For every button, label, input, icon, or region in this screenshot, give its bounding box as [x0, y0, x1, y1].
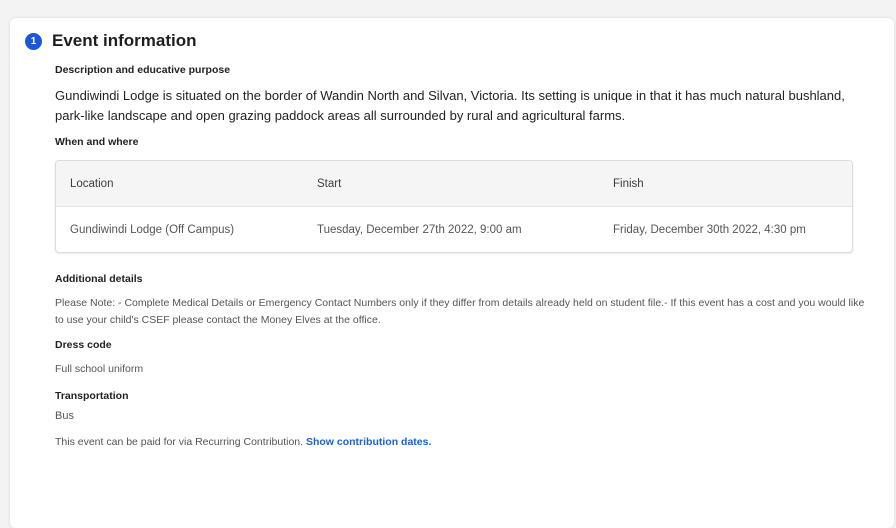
section-title: Event information [52, 31, 197, 50]
column-header-start: Start [317, 177, 342, 190]
transportation-value: Bus [55, 410, 74, 422]
step-number-badge: 1 [25, 32, 42, 50]
column-header-finish: Finish [613, 177, 644, 190]
additional-details-text: Please Note: - Complete Medical Details … [55, 297, 865, 326]
section-content: Description and educative purpose Gundiw… [55, 64, 875, 448]
finish-cell: Friday, December 30th 2022, 4:30 pm [613, 223, 806, 236]
dress-code-label: Dress code [55, 339, 112, 351]
additional-details-label: Additional details [55, 273, 143, 285]
description-text: Gundiwindi Lodge is situated on the bord… [55, 88, 845, 123]
contribution-note: This event can be paid for via Recurring… [55, 436, 875, 448]
event-information-card: 1 Event information Description and educ… [10, 18, 894, 528]
when-where-label: When and where [55, 136, 139, 148]
description-label: Description and educative purpose [55, 64, 231, 76]
table-header-row: Location Start Finish [56, 161, 852, 207]
when-where-table: Location Start Finish Gundiwindi Lodge (… [55, 160, 853, 253]
column-header-location: Location [70, 177, 114, 190]
contribution-text: This event can be paid for via Recurring… [55, 436, 306, 448]
dress-code-value: Full school uniform [55, 363, 144, 375]
show-contribution-dates-link[interactable]: Show contribution dates. [306, 436, 431, 448]
start-cell: Tuesday, December 27th 2022, 9:00 am [317, 223, 522, 236]
transportation-label: Transportation [55, 390, 129, 402]
location-cell: Gundiwindi Lodge (Off Campus) [70, 223, 235, 236]
table-row: Gundiwindi Lodge (Off Campus) Tuesday, D… [56, 207, 852, 252]
section-header: 1 Event information [25, 31, 197, 51]
